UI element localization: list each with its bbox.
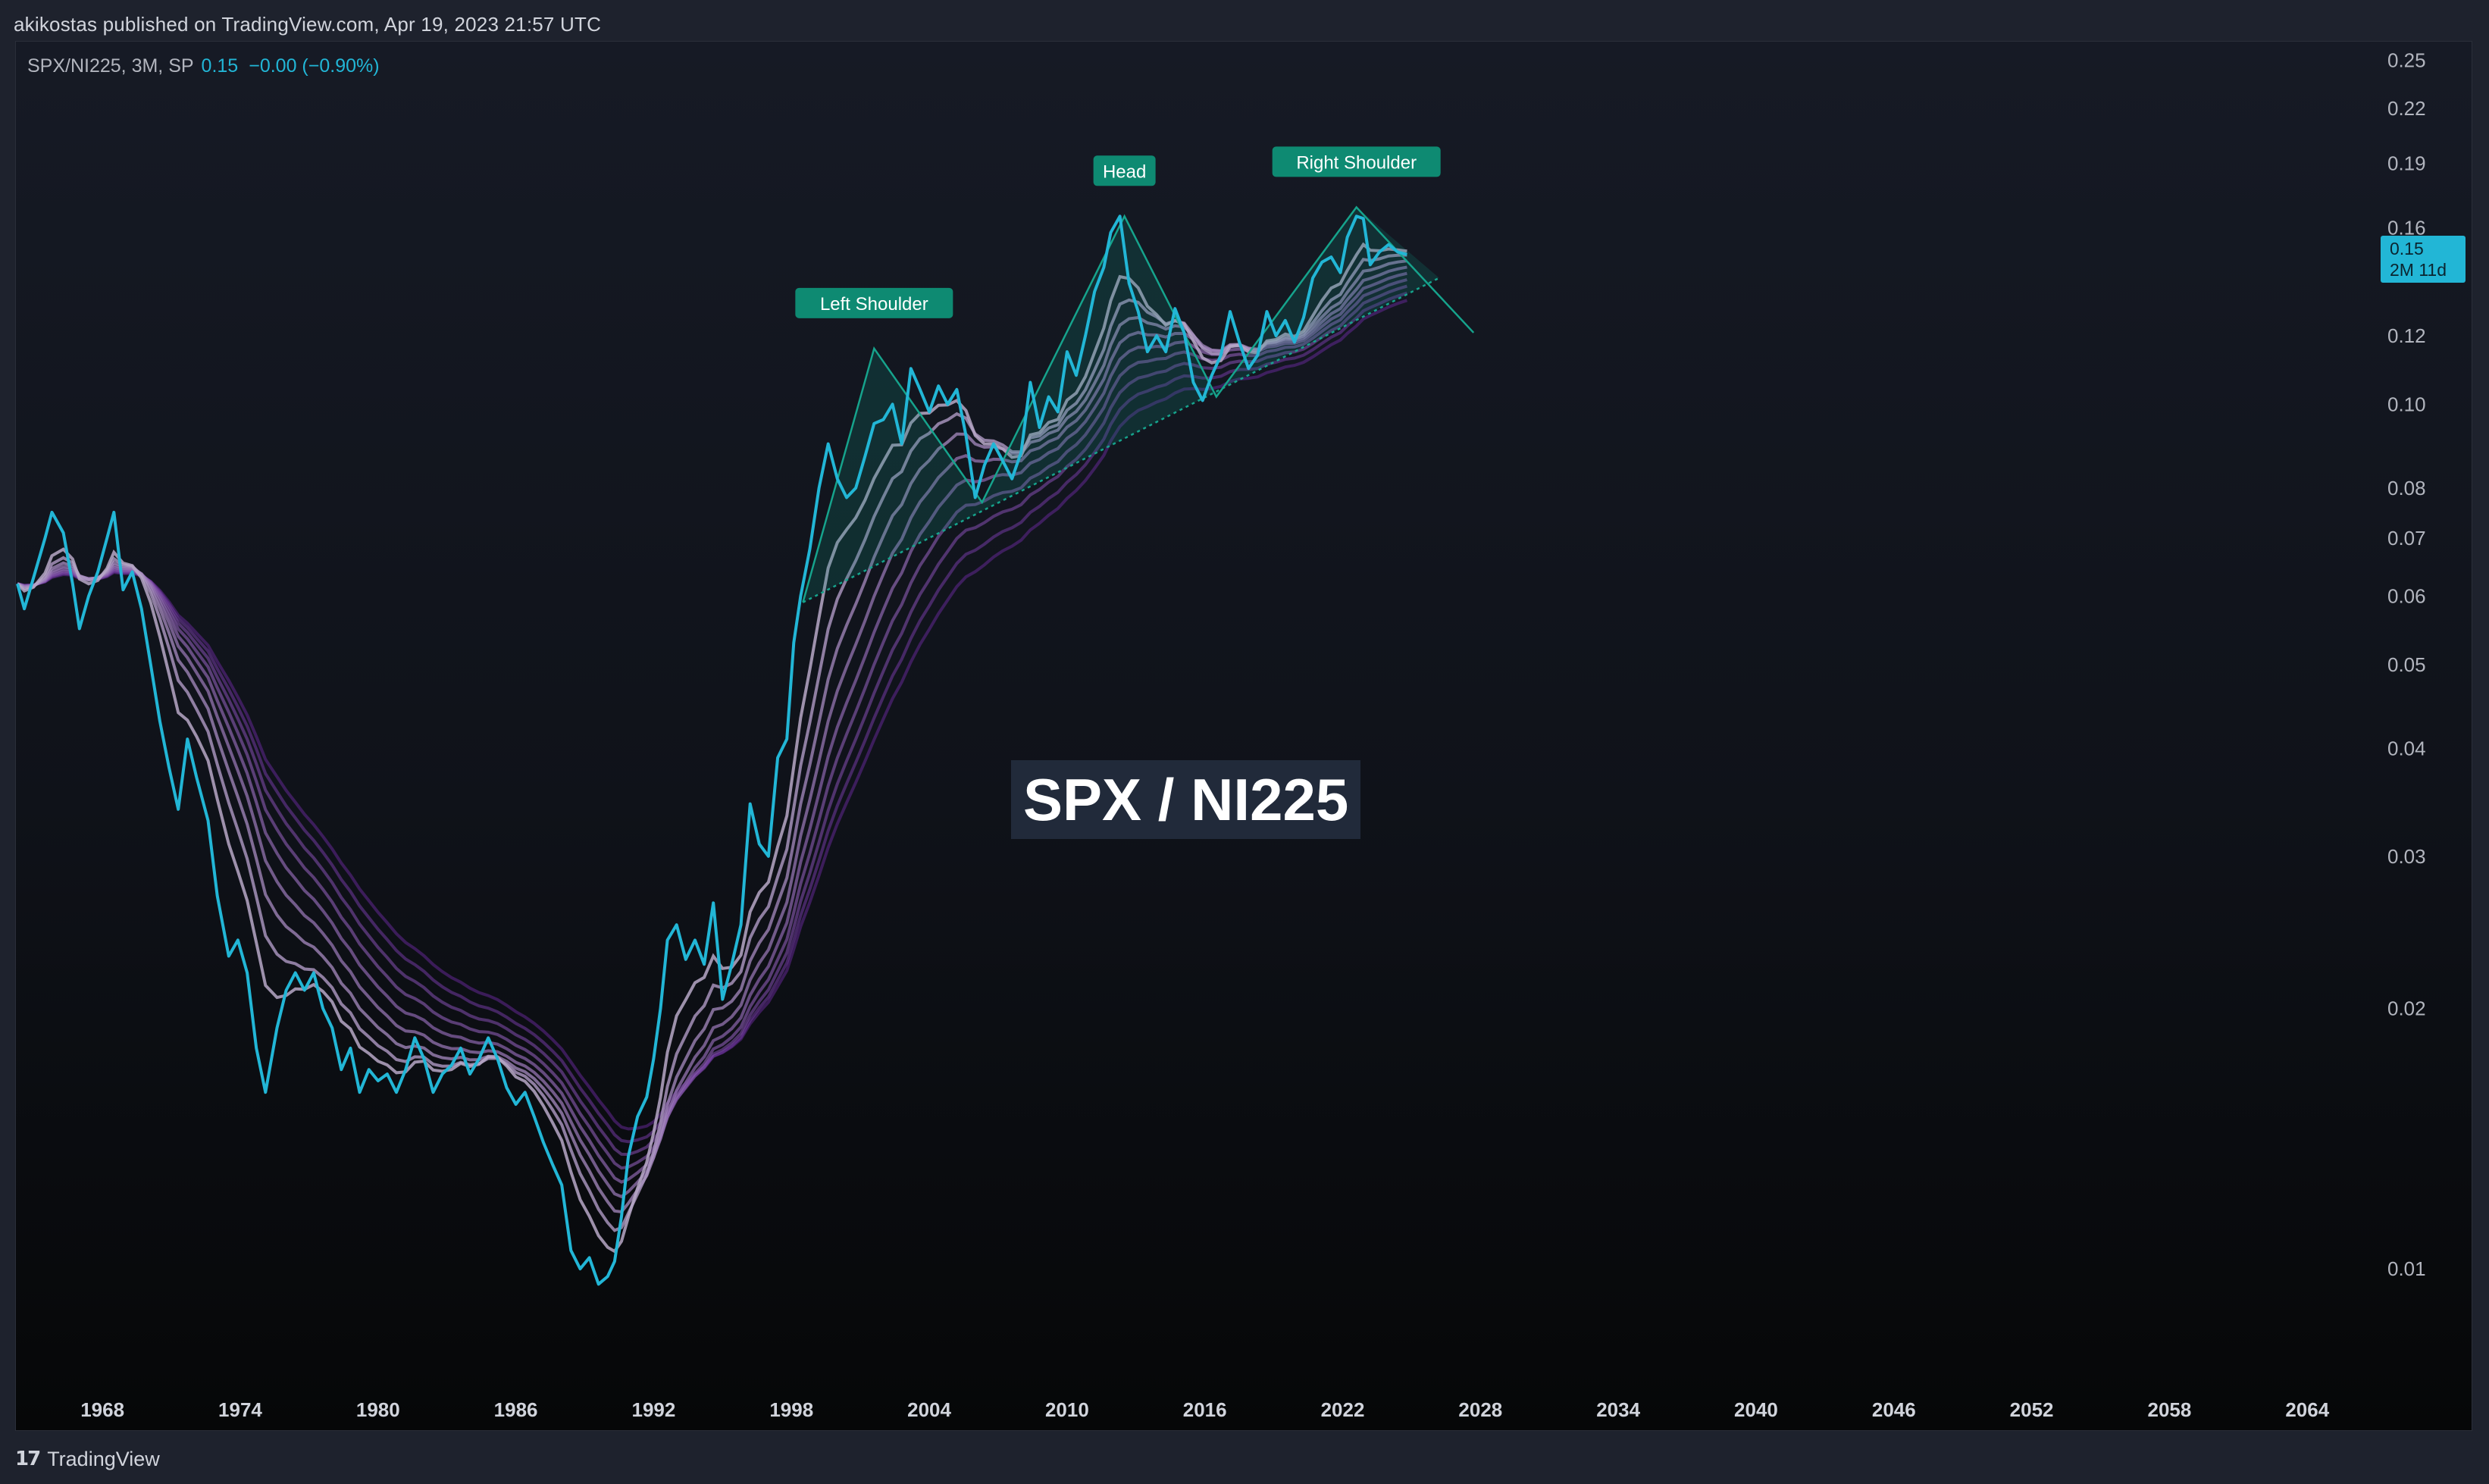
x-tick-label: 1992 — [632, 1398, 676, 1421]
y-tick-label: 0.12 — [2387, 324, 2426, 347]
pattern-label-text: Right Shoulder — [1296, 152, 1417, 173]
pattern-label: Right Shoulder — [1272, 146, 1441, 177]
x-tick-label: 2052 — [2010, 1398, 2054, 1421]
y-tick-label: 0.03 — [2387, 845, 2426, 868]
x-tick-label: 1980 — [356, 1398, 400, 1421]
x-tick-label: 2064 — [2285, 1398, 2329, 1421]
symbol-watermark: SPX / NI225 — [1011, 760, 1361, 839]
x-tick-label: 2016 — [1183, 1398, 1227, 1421]
y-tick-label: 0.01 — [2387, 1257, 2426, 1280]
footer: 17 TradingView — [15, 1440, 160, 1478]
x-tick-label: 1968 — [80, 1398, 124, 1421]
x-tick-label: 2022 — [1321, 1398, 1365, 1421]
y-tick-label: 0.02 — [2387, 997, 2426, 1020]
last-price-badge: 0.15 2M 11d — [2381, 236, 2466, 283]
chart-window: akikostas published on TradingView.com, … — [0, 0, 2489, 1484]
ema-ribbon-line — [17, 271, 1407, 1184]
tradingview-logo-icon[interactable]: 17 — [15, 1448, 41, 1470]
bar-countdown: 2M 11d — [2390, 260, 2447, 280]
symbol-legend[interactable]: SPX/NI225, 3M, SP 0.15 −0.00 (−0.90%) — [27, 53, 380, 79]
ema-ribbon-line — [17, 299, 1408, 1131]
x-tick-label: 1998 — [769, 1398, 813, 1421]
y-tick-label: 0.19 — [2387, 152, 2426, 174]
y-tick-label: 0.25 — [2387, 49, 2426, 71]
x-tick-label: 2010 — [1045, 1398, 1089, 1421]
y-tick-label: 0.04 — [2387, 737, 2426, 759]
legend-change: −0.00 (−0.90%) — [249, 55, 380, 77]
legend-value: 0.15 — [201, 55, 239, 77]
y-tick-label: 0.08 — [2387, 477, 2426, 499]
y-axis: 0.250.220.190.160.120.100.080.070.060.05… — [2387, 49, 2426, 1280]
pattern-label: Left Shoulder — [795, 287, 953, 318]
y-tick-label: 0.06 — [2387, 584, 2426, 607]
legend-symbol: SPX/NI225, 3M, SP — [27, 55, 194, 77]
x-tick-label: 1986 — [494, 1398, 538, 1421]
pattern-label-text: Left Shoulder — [820, 294, 928, 315]
x-tick-label: 2028 — [1458, 1398, 1502, 1421]
x-tick-label: 2046 — [1872, 1398, 1916, 1421]
y-tick-label: 0.10 — [2387, 393, 2426, 415]
x-tick-label: 2004 — [907, 1398, 951, 1421]
chart-svg[interactable]: 0.250.220.190.160.120.100.080.070.060.05… — [0, 0, 2489, 1484]
y-tick-label: 0.07 — [2387, 527, 2426, 549]
x-tick-label: 2058 — [2148, 1398, 2192, 1421]
pattern-fill — [803, 207, 1439, 603]
x-axis: 1968 1974 1980 1986 1992 1998 2004 2010 2016 2022… — [80, 1398, 2329, 1421]
y-tick-label: 0.05 — [2387, 653, 2426, 676]
footer-brand[interactable]: TradingView — [47, 1448, 160, 1471]
y-tick-label: 0.22 — [2387, 97, 2426, 120]
x-tick-label: 1974 — [218, 1398, 262, 1421]
pattern-label-text: Head — [1103, 161, 1146, 182]
x-tick-label: 2040 — [1734, 1398, 1778, 1421]
pattern-label: Head — [1093, 155, 1156, 186]
last-price: 0.15 — [2390, 239, 2424, 258]
head-and-shoulders-pattern — [802, 205, 1475, 603]
x-tick-label: 2034 — [1596, 1398, 1640, 1421]
